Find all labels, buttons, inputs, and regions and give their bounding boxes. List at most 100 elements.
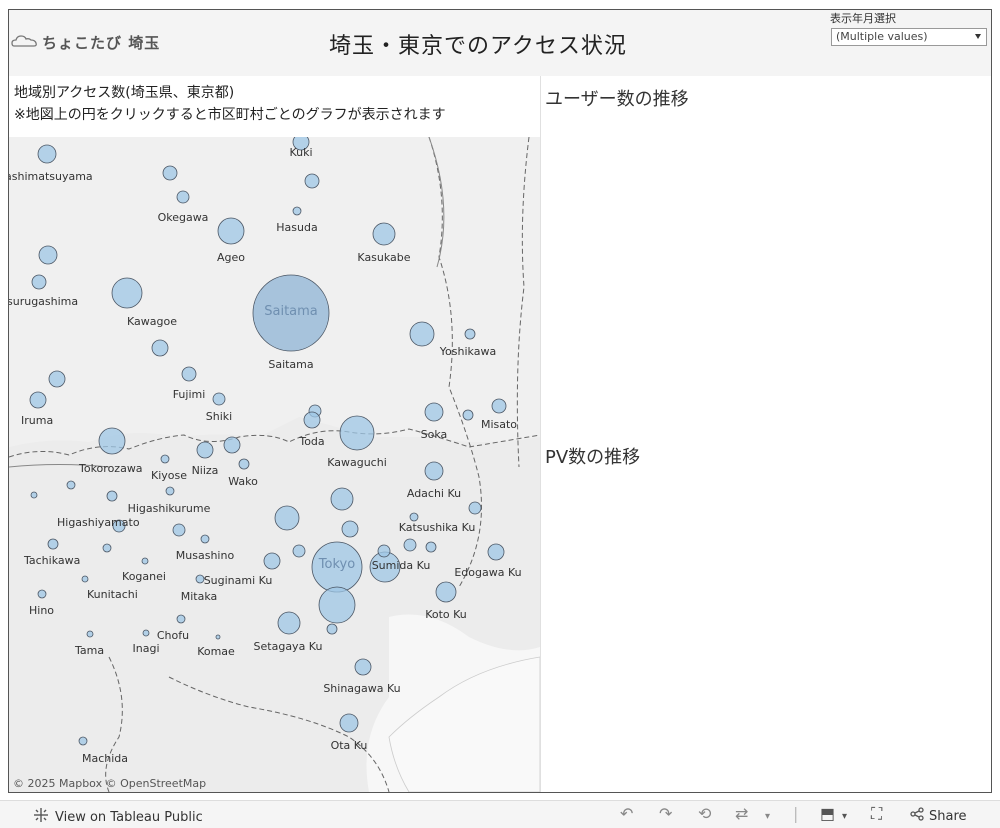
map-bubble[interactable] bbox=[409, 321, 435, 347]
map-bubble[interactable] bbox=[304, 173, 320, 189]
map-bubble[interactable] bbox=[165, 486, 175, 496]
chevron-down-icon[interactable] bbox=[975, 34, 981, 39]
map-bubble[interactable] bbox=[172, 523, 186, 537]
map-bubble[interactable] bbox=[81, 575, 89, 583]
map-bubble[interactable] bbox=[47, 538, 59, 550]
dashboard-frame: ちょこたび 埼玉 埼玉・東京でのアクセス状況 表示年月選択 (Multiple … bbox=[8, 9, 992, 793]
map-bubble[interactable] bbox=[223, 436, 241, 454]
map-bubble[interactable] bbox=[160, 454, 170, 464]
pv-chart-title: PV数の推移 bbox=[545, 447, 641, 468]
map-label: Tachikawa bbox=[23, 554, 80, 567]
map-label: Chofu bbox=[157, 629, 189, 642]
site-logo[interactable]: ちょこたび 埼玉 bbox=[11, 32, 160, 53]
map-label: ashimatsuyama bbox=[9, 170, 93, 183]
month-filter-select[interactable]: (Multiple values) bbox=[831, 28, 987, 46]
map-bubble[interactable] bbox=[48, 370, 66, 388]
map-bubble[interactable] bbox=[200, 534, 210, 544]
map-bubble[interactable] bbox=[424, 402, 444, 422]
map-bubble[interactable] bbox=[196, 441, 214, 459]
map-bubble[interactable] bbox=[318, 586, 356, 624]
map-bubble[interactable] bbox=[341, 520, 359, 538]
map-label: Sumida Ku bbox=[372, 559, 431, 572]
map-bubble[interactable] bbox=[238, 458, 250, 470]
map-bubble[interactable] bbox=[354, 658, 372, 676]
map-bubble[interactable] bbox=[30, 491, 38, 499]
map-bubble[interactable] bbox=[151, 339, 169, 357]
map-bubble[interactable] bbox=[29, 391, 47, 409]
map-caption: 地域別アクセス数(埼玉県、東京都) ※地図上の円をクリックすると市区町村ごとのグ… bbox=[14, 82, 446, 126]
map-bubble[interactable] bbox=[102, 543, 112, 553]
map-bubble[interactable] bbox=[330, 487, 354, 511]
map-bubble[interactable] bbox=[176, 614, 186, 624]
map-label: Koto Ku bbox=[425, 608, 467, 621]
map-caption-title: 地域別アクセス数(埼玉県、東京都) bbox=[14, 85, 235, 101]
map-bubble[interactable] bbox=[277, 611, 301, 635]
map-bubble[interactable] bbox=[78, 736, 88, 746]
map-bubble[interactable] bbox=[98, 427, 126, 455]
map-bubble[interactable] bbox=[111, 277, 143, 309]
map-bubble[interactable] bbox=[409, 512, 419, 522]
share-button[interactable]: Share bbox=[910, 807, 967, 825]
map-bubble[interactable] bbox=[142, 629, 150, 637]
share-icon bbox=[910, 807, 924, 825]
revert-icon[interactable]: ⟲ bbox=[698, 805, 711, 823]
map-bubble[interactable] bbox=[487, 543, 505, 561]
map-bubble[interactable] bbox=[464, 328, 476, 340]
map-bubble[interactable] bbox=[263, 552, 281, 570]
map-bubble[interactable] bbox=[66, 480, 76, 490]
map-bubble[interactable] bbox=[212, 392, 226, 406]
map-bubble[interactable] bbox=[176, 190, 190, 204]
view-on-tableau-link[interactable]: View on Tableau Public bbox=[33, 807, 203, 827]
fullscreen-icon[interactable]: ⛶ bbox=[871, 805, 882, 823]
map-bubble[interactable] bbox=[403, 538, 417, 552]
map-label: Koganei bbox=[122, 570, 166, 583]
map-bubble[interactable] bbox=[424, 461, 444, 481]
map-bubble[interactable] bbox=[106, 490, 118, 502]
map-label: Toda bbox=[298, 435, 324, 448]
map-bubble[interactable] bbox=[491, 398, 507, 414]
map-bubble[interactable] bbox=[435, 581, 457, 603]
map-bubble[interactable] bbox=[292, 206, 302, 216]
map-bubble[interactable] bbox=[86, 630, 94, 638]
map-bubble[interactable] bbox=[162, 165, 178, 181]
download-dropdown-icon[interactable]: ▾ bbox=[842, 808, 847, 826]
map-attribution[interactable]: © 2025 Mapbox © OpenStreetMap bbox=[13, 777, 206, 790]
map-bubble[interactable] bbox=[181, 366, 197, 382]
map-label: Tokorozawa bbox=[78, 462, 143, 475]
map-label: Adachi Ku bbox=[407, 487, 461, 500]
tableau-logo-icon bbox=[33, 807, 49, 827]
map-label: Higashikurume bbox=[128, 502, 211, 515]
map-canvas[interactable]: Kuki ashimatsuyama Okegawa Hasuda Ageo Kasuka… bbox=[9, 137, 540, 792]
toolbar-separator: | bbox=[793, 804, 799, 823]
panel-divider bbox=[540, 76, 541, 792]
map-bubble[interactable] bbox=[468, 501, 482, 515]
map-bubble[interactable] bbox=[425, 541, 437, 553]
undo-icon[interactable]: ↶ bbox=[620, 805, 633, 823]
map-label: Komae bbox=[197, 645, 235, 658]
logo-text: ちょこたび 埼玉 bbox=[42, 34, 161, 52]
map-label: surugashima bbox=[9, 295, 78, 308]
map-bubble[interactable] bbox=[303, 411, 321, 429]
map-bubble[interactable] bbox=[38, 245, 58, 265]
map-bubble[interactable] bbox=[377, 544, 391, 558]
map-bubble[interactable] bbox=[339, 415, 375, 451]
map-bubble[interactable] bbox=[215, 634, 221, 640]
map-bubble[interactable] bbox=[326, 623, 338, 635]
map-bubble[interactable] bbox=[31, 274, 47, 290]
access-map[interactable]: Kuki ashimatsuyama Okegawa Hasuda Ageo Kasuka… bbox=[9, 137, 540, 792]
map-label: Ota Ku bbox=[331, 739, 368, 752]
download-icon[interactable]: ⬒ bbox=[820, 805, 835, 823]
map-bubble[interactable] bbox=[37, 589, 47, 599]
map-bubble[interactable] bbox=[141, 557, 149, 565]
map-bubble[interactable] bbox=[292, 544, 306, 558]
map-bubble[interactable] bbox=[462, 409, 474, 421]
map-bubble[interactable] bbox=[274, 505, 300, 531]
refresh-dropdown-icon[interactable]: ▾ bbox=[765, 808, 770, 826]
map-bubble[interactable] bbox=[372, 222, 396, 246]
map-label: Kuki bbox=[289, 146, 312, 159]
refresh-icon[interactable]: ⇄ bbox=[735, 805, 748, 823]
map-bubble[interactable] bbox=[37, 144, 57, 164]
redo-icon[interactable]: ↷ bbox=[659, 805, 672, 823]
map-bubble[interactable] bbox=[339, 713, 359, 733]
map-bubble[interactable] bbox=[217, 217, 245, 245]
